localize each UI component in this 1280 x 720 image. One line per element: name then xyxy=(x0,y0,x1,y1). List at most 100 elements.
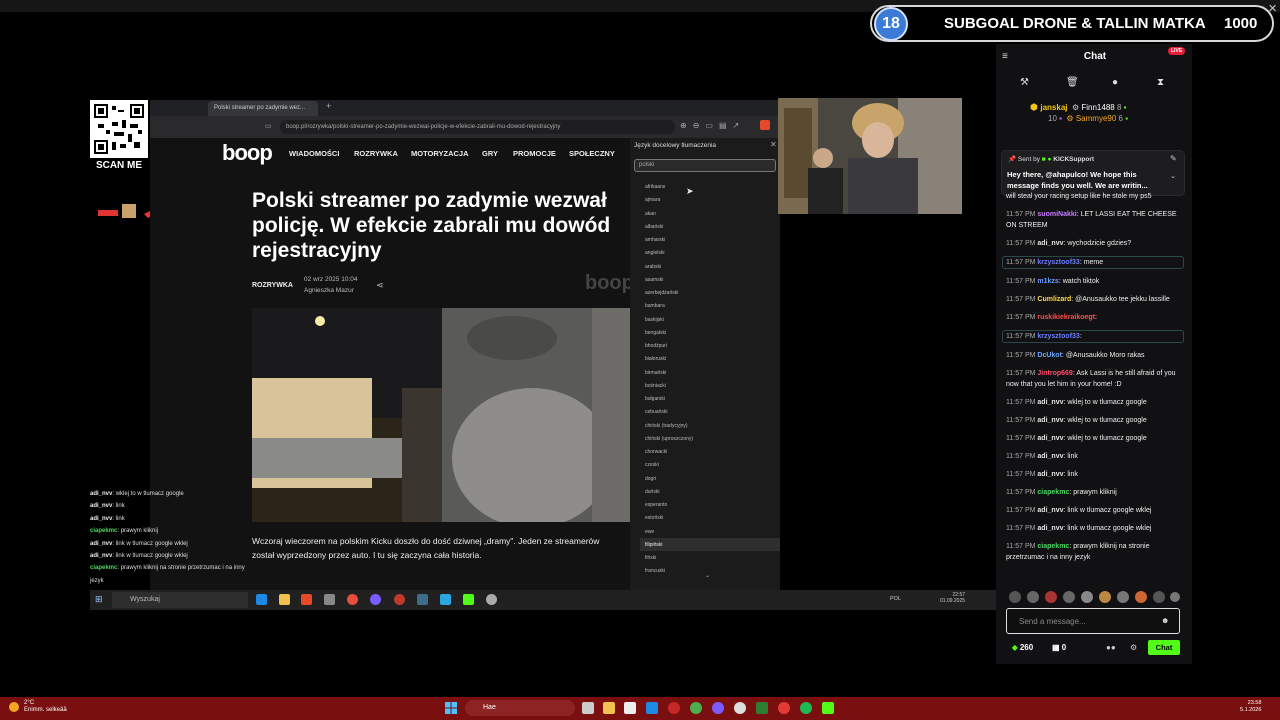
chat-username[interactable]: adi_nvv xyxy=(1037,435,1063,442)
language-option[interactable]: afrikaans xyxy=(640,180,780,193)
chat-username[interactable]: DcUkot xyxy=(1037,352,1062,359)
language-option[interactable]: chorwacki xyxy=(640,445,780,458)
app-icon[interactable] xyxy=(440,594,451,605)
chat-message[interactable]: 11:57 PM adi_nvv: link w tlumacz google … xyxy=(1006,523,1184,534)
taskbar-clock[interactable]: 23.58 5.1.2026 xyxy=(1240,700,1261,714)
nav-item-games[interactable]: GRY xyxy=(482,149,498,158)
chat-message[interactable]: 11:57 PM Cumlizard: @Anusaukko tee jekku… xyxy=(1006,294,1184,305)
channel-points[interactable]: ⬥ 260 xyxy=(1012,643,1033,653)
windows-start-icon[interactable] xyxy=(445,702,457,714)
share-icon[interactable]: ⋖ xyxy=(376,280,384,291)
language-option[interactable]: duński xyxy=(640,485,780,498)
system-tray-language[interactable]: POL xyxy=(890,596,901,602)
chat-message[interactable]: 11:57 PM krzysztoof33: xyxy=(1002,330,1184,343)
chat-username[interactable]: krzysztoof33 xyxy=(1037,333,1079,340)
taskbar-search-input[interactable]: Hae xyxy=(465,700,575,716)
windows-start-icon[interactable]: ⊞ xyxy=(95,594,103,605)
chat-message[interactable]: 11:57 PM adi_nvv: wklej to w tlumacz goo… xyxy=(1006,397,1184,408)
browser-tab[interactable]: Polski streamer po zadymie wez... xyxy=(208,101,318,116)
hammer-icon[interactable]: ⚒ xyxy=(1020,77,1029,88)
chat-username[interactable]: krzysztoof33 xyxy=(1037,259,1079,266)
weather-icon[interactable] xyxy=(9,702,19,712)
app-icon[interactable] xyxy=(756,702,768,714)
language-option[interactable]: albański xyxy=(640,220,780,233)
language-option[interactable]: białoruski xyxy=(640,352,780,365)
chat-users-icon[interactable]: ●● xyxy=(1106,643,1116,652)
language-option[interactable]: bośniacki xyxy=(640,379,780,392)
chat-message[interactable]: 11:57 PM Jintrop669: Ask Lassi is he sti… xyxy=(1006,368,1184,390)
article-category[interactable]: ROZRYWKA xyxy=(252,282,293,289)
chat-message[interactable]: 11:57 PM adi_nvv: link xyxy=(1006,469,1184,480)
opera-icon[interactable] xyxy=(668,702,680,714)
leaderboard-user[interactable]: Sammye90 xyxy=(1076,114,1116,123)
close-icon[interactable]: ✕ xyxy=(1268,2,1277,15)
chat-username[interactable]: ciapekmc xyxy=(1037,489,1069,496)
leaderboard-user[interactable]: Finn1488 xyxy=(1081,103,1114,112)
gift-count[interactable]: ▦ 0 xyxy=(1052,643,1066,652)
language-option[interactable]: filipiński xyxy=(640,537,780,551)
chat-username[interactable]: adi_nvv xyxy=(1037,240,1063,247)
weather-widget[interactable]: 2°C Enimm. selkeää xyxy=(24,700,67,714)
language-option[interactable]: akan xyxy=(640,207,780,220)
chat-message[interactable]: 11:57 PM DcUkot: @Anusaukko Moro rakas xyxy=(1006,350,1184,361)
kick-icon[interactable] xyxy=(822,702,834,714)
discord-icon[interactable] xyxy=(370,594,381,605)
leaderboard-user[interactable]: janskaj xyxy=(1040,103,1067,112)
chat-username[interactable]: adi_nvv xyxy=(1037,525,1063,532)
language-option[interactable]: bengalski xyxy=(640,326,780,339)
chat-message[interactable]: 11:57 PM adi_nvv: wklej to w tlumacz goo… xyxy=(1006,415,1184,426)
language-option[interactable]: bułgarski xyxy=(640,392,780,405)
chat-message-input[interactable]: Send a message... xyxy=(1006,608,1180,634)
language-option[interactable]: azerbejdżański xyxy=(640,286,780,299)
nav-item-automotive[interactable]: MOTORYZACJA xyxy=(411,149,469,158)
app-icon[interactable] xyxy=(486,594,497,605)
article-author[interactable]: Agnieszka Mazur xyxy=(304,287,354,294)
chat-username[interactable]: ciapekmc xyxy=(1037,543,1069,550)
chat-message[interactable]: 11:57 PM krzysztoof33: meme xyxy=(1002,256,1184,269)
language-option[interactable]: bambara xyxy=(640,299,780,312)
language-option[interactable]: czeski xyxy=(640,458,780,471)
discord-icon[interactable] xyxy=(712,702,724,714)
language-option[interactable]: baskijski xyxy=(640,313,780,326)
chat-username[interactable]: adi_nvv xyxy=(1037,417,1063,424)
chrome-icon[interactable] xyxy=(690,702,702,714)
chat-message[interactable]: 11:57 PM adi_nvv: link w tlumacz google … xyxy=(1006,505,1184,516)
chat-username[interactable]: adi_nvv xyxy=(1037,507,1063,514)
chat-message[interactable]: 11:57 PM ciapekmc: prawym kliknij xyxy=(1006,487,1184,498)
language-option[interactable]: dogri xyxy=(640,472,780,485)
address-bar[interactable]: boop.pl/rozrywka/polski-streamer-po-zady… xyxy=(280,120,675,134)
app-icon[interactable] xyxy=(417,594,428,605)
language-option[interactable]: chiński (tradycyjny) xyxy=(640,419,780,432)
chat-message[interactable]: 11:57 PM ciapekmc: prawym kliknij na str… xyxy=(1006,541,1184,563)
settings-icon[interactable] xyxy=(734,702,746,714)
language-option[interactable]: birmański xyxy=(640,366,780,379)
language-option[interactable]: fiński xyxy=(640,551,780,564)
chat-username[interactable]: ruskikiekraikoegt xyxy=(1037,314,1095,321)
file-explorer-icon[interactable] xyxy=(603,702,615,714)
app-icon[interactable] xyxy=(778,702,790,714)
chat-username[interactable]: suomiNakki xyxy=(1037,211,1076,218)
language-option[interactable]: angielski xyxy=(640,246,780,259)
chat-message[interactable]: will steal your racing setup like he sto… xyxy=(1006,191,1184,202)
pinned-sender-name[interactable]: KICKSupport xyxy=(1053,156,1094,163)
unpin-icon[interactable]: ✎ xyxy=(1170,154,1177,163)
chat-message[interactable]: 11:57 PM adi_nvv: wklej to w tlumacz goo… xyxy=(1006,433,1184,444)
brave-shield-icon[interactable] xyxy=(760,120,770,130)
chat-message[interactable]: 11:57 PM m1kzs: watch tiktok xyxy=(1006,276,1184,287)
chat-username[interactable]: Cumlizard xyxy=(1037,296,1071,303)
chat-message[interactable]: 11:57 PM adi_nvv: wychodzicie gdzies? xyxy=(1006,238,1184,249)
language-option[interactable]: bhodźpuri xyxy=(640,339,780,352)
task-view-icon[interactable] xyxy=(582,702,594,714)
taskbar-clock[interactable]: 22:57 01.09.2025 xyxy=(940,592,965,604)
kick-icon[interactable] xyxy=(463,594,474,605)
send-chat-button[interactable]: Chat xyxy=(1148,640,1180,655)
chrome-icon[interactable] xyxy=(347,594,358,605)
store-icon[interactable] xyxy=(624,702,636,714)
language-option[interactable]: ajmara xyxy=(640,193,780,206)
settings-icon[interactable]: ⚙ xyxy=(1130,643,1137,652)
chat-username[interactable]: adi_nvv xyxy=(1037,471,1063,478)
chat-message[interactable]: 11:57 PM suomiNakki: LET LASSI EAT THE C… xyxy=(1006,209,1184,231)
chat-username[interactable]: Jintrop669 xyxy=(1037,370,1072,377)
chat-username[interactable]: adi_nvv xyxy=(1037,453,1063,460)
trash-icon[interactable]: 🗑 xyxy=(1066,77,1079,88)
